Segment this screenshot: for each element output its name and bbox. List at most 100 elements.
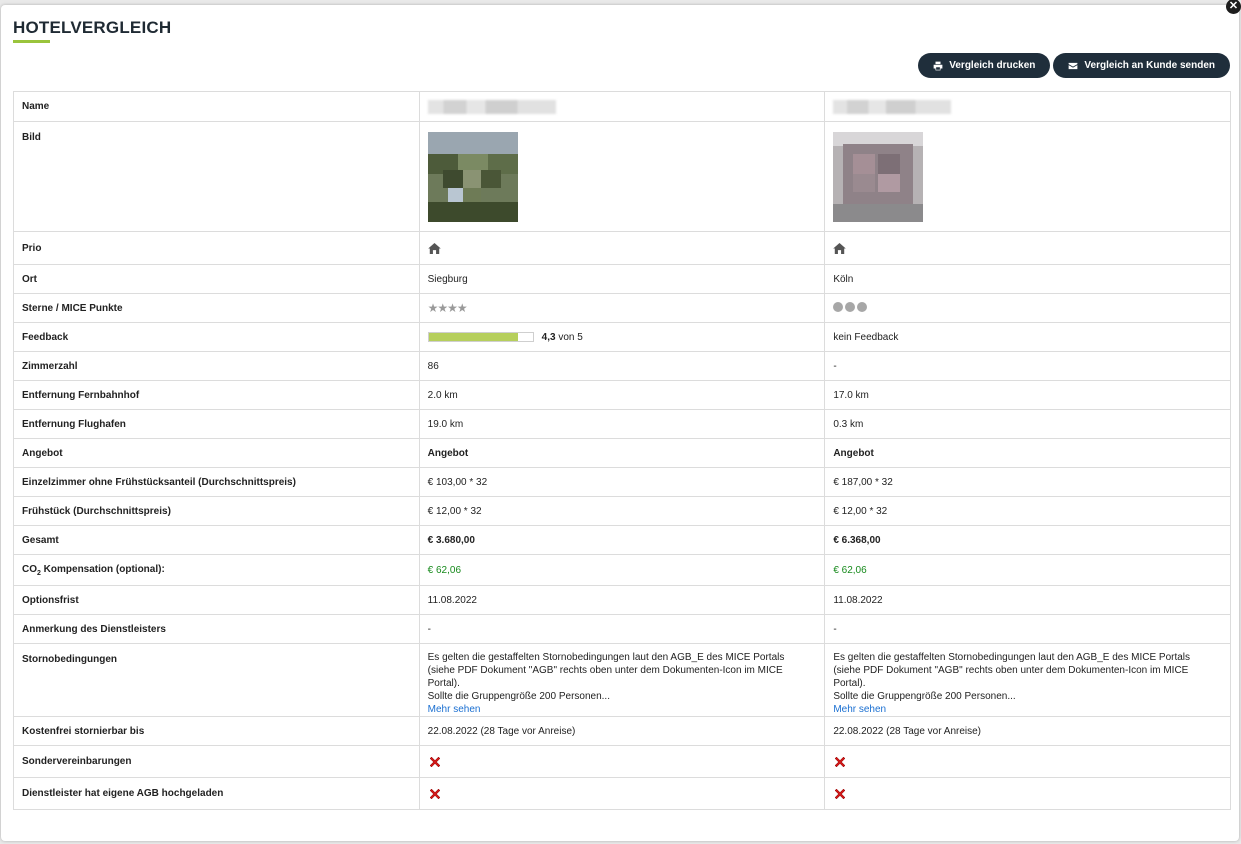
hotel-1-fruehstueck: € 12,00 * 32: [418, 496, 826, 526]
hotel-1-kostenfrei: 22.08.2022 (28 Tage vor Anreise): [418, 716, 826, 746]
row-fruehstueck: Frühstück (Durchschnittspreis) € 12,00 *…: [13, 496, 1231, 526]
close-icon[interactable]: ✕: [1226, 0, 1241, 14]
label-sterne: Sterne / MICE Punkte: [13, 293, 420, 323]
hotel-1-feedback: 4,3 von 5: [418, 322, 826, 352]
more-link[interactable]: Mehr sehen: [428, 703, 817, 716]
row-gesamt: Gesamt € 3.680,00 € 6.368,00: [13, 525, 1231, 555]
hotel-1-sonder: [418, 745, 826, 778]
home-icon: [833, 242, 847, 254]
mice-point-dot: [845, 301, 856, 312]
label-ort: Ort: [13, 264, 420, 294]
row-einzelzimmer: Einzelzimmer ohne Frühstücksanteil (Durc…: [13, 467, 1231, 497]
hotel-2-sonder: [824, 745, 1231, 778]
hotel-2-anmerkung: -: [824, 614, 1231, 644]
cross-icon: [429, 788, 440, 799]
hotel-1-agb: [418, 777, 826, 810]
print-comparison-button[interactable]: Vergleich drucken: [918, 53, 1051, 78]
label-fruehstueck: Frühstück (Durchschnittspreis): [13, 496, 420, 526]
cross-icon: [834, 756, 846, 767]
send-to-customer-button[interactable]: Vergleich an Kunde senden: [1053, 53, 1230, 78]
hotel-1-gesamt: € 3.680,00: [418, 525, 826, 555]
label-feedback: Feedback: [13, 322, 420, 352]
row-co2: CO2 Kompensation (optional): € 62,06 € 6…: [13, 554, 1231, 586]
print-button-label: Vergleich drucken: [949, 60, 1036, 71]
row-prio: Prio: [13, 231, 1231, 265]
row-kostenfrei: Kostenfrei stornierbar bis 22.08.2022 (2…: [13, 716, 1231, 746]
hotel-2-einzelzimmer: € 187,00 * 32: [824, 467, 1231, 497]
printer-icon: [933, 61, 943, 70]
row-fernbahnhof: Entfernung Fernbahnhof 2.0 km 17.0 km: [13, 380, 1231, 410]
row-anmerkung: Anmerkung des Dienstleisters - -: [13, 614, 1231, 644]
hotel-1-zimmer: 86: [418, 351, 826, 381]
row-angebot: Angebot Angebot Angebot: [13, 438, 1231, 468]
hotel-1-flughafen: 19.0 km: [418, 409, 826, 439]
feedback-bar-fill: [428, 333, 519, 341]
hotel-1-prio: [418, 231, 826, 265]
label-optionsfrist: Optionsfrist: [13, 585, 420, 615]
hotel-2-name: [824, 91, 1231, 122]
storno-line: Es gelten die gestaffelten Stornobedingu…: [427, 652, 785, 663]
storno-line: Es gelten die gestaffelten Stornobedingu…: [833, 652, 1191, 663]
cross-icon: [834, 788, 846, 799]
label-angebot: Angebot: [13, 438, 420, 468]
hotel-2-sterne: [824, 293, 1231, 323]
label-gesamt: Gesamt: [13, 525, 420, 555]
storno-line: Sollte die Gruppengröße 200 Personen...: [427, 691, 610, 702]
feedback-score-text: 4,3 von 5: [542, 332, 583, 343]
hotel-1-angebot: Angebot: [418, 438, 826, 468]
hotel-1-name: [418, 91, 826, 122]
hotel-2-image[interactable]: [833, 132, 924, 222]
row-optionsfrist: Optionsfrist 11.08.2022 11.08.2022: [13, 585, 1231, 615]
label-zimmer: Zimmerzahl: [13, 351, 420, 381]
label-flughafen: Entfernung Flughafen: [13, 409, 420, 439]
action-buttons: Vergleich drucken Vergleich an Kunde sen…: [918, 53, 1230, 78]
hotel-2-prio: [824, 231, 1231, 265]
page-title: HOTELVERGLEICH: [13, 18, 172, 37]
hotel-1-image-cell: [418, 121, 826, 232]
send-button-label: Vergleich an Kunde senden: [1084, 60, 1215, 71]
row-sterne: Sterne / MICE Punkte ★★★★: [13, 293, 1231, 323]
blurred-hotel-name: [833, 99, 952, 114]
row-sonder: Sondervereinbarungen: [13, 745, 1231, 778]
hotel-1-einzelzimmer: € 103,00 * 32: [418, 467, 826, 497]
hotel-2-ort: Köln: [824, 264, 1231, 294]
hotel-2-zimmer: -: [824, 351, 1231, 381]
label-storno: Stornobedingungen: [13, 643, 420, 717]
hotel-2-flughafen: 0.3 km: [824, 409, 1231, 439]
more-link[interactable]: Mehr sehen: [833, 703, 1222, 716]
label-fernbahnhof: Entfernung Fernbahnhof: [13, 380, 420, 410]
hotel-2-agb: [824, 777, 1231, 810]
co2-suffix: Kompensation (optional):: [40, 563, 165, 575]
co2-prefix: CO: [22, 563, 37, 575]
envelope-icon: [1069, 62, 1078, 69]
feedback-score: 4,3: [541, 331, 556, 343]
hotel-1-sterne: ★★★★: [418, 293, 826, 323]
hotel-2-fernbahnhof: 17.0 km: [824, 380, 1231, 410]
storno-line: (siehe PDF Dokument "AGB" rechts oben un…: [833, 665, 1189, 676]
hotel-2-angebot: Angebot: [824, 438, 1231, 468]
hotel-1-image[interactable]: [427, 132, 518, 222]
row-zimmer: Zimmerzahl 86 -: [13, 351, 1231, 381]
hotel-comparison-modal: ✕ HOTELVERGLEICH Vergleich drucken Vergl…: [1, 0, 1241, 841]
hotel-2-feedback: kein Feedback: [824, 322, 1231, 352]
storno-line: Portal).: [833, 678, 866, 689]
hotel-1-storno: Es gelten die gestaffelten Stornobedingu…: [418, 643, 826, 717]
label-anmerkung: Anmerkung des Dienstleisters: [13, 614, 420, 644]
row-storno: Stornobedingungen Es gelten die gestaffe…: [13, 643, 1231, 717]
hotel-2-gesamt: € 6.368,00: [824, 525, 1231, 555]
blurred-hotel-name: [427, 99, 556, 114]
hotel-2-optionsfrist: 11.08.2022: [824, 585, 1231, 615]
feedback-suffix: von 5: [555, 331, 583, 343]
row-agb: Dienstleister hat eigene AGB hochgeladen: [13, 777, 1231, 810]
hotel-2-kostenfrei: 22.08.2022 (28 Tage vor Anreise): [824, 716, 1231, 746]
cross-icon: [429, 756, 440, 767]
storno-line: Sollte die Gruppengröße 200 Personen...: [833, 691, 1016, 702]
label-name: Name: [13, 91, 420, 122]
label-sonder: Sondervereinbarungen: [13, 745, 420, 778]
label-co2: CO2 Kompensation (optional):: [13, 554, 420, 586]
hotel-2-image-cell: [824, 121, 1231, 232]
home-icon: [427, 242, 441, 254]
label-einzelzimmer: Einzelzimmer ohne Frühstücksanteil (Durc…: [13, 467, 420, 497]
label-kostenfrei: Kostenfrei stornierbar bis: [13, 716, 420, 746]
mice-points-dots: [833, 301, 868, 312]
